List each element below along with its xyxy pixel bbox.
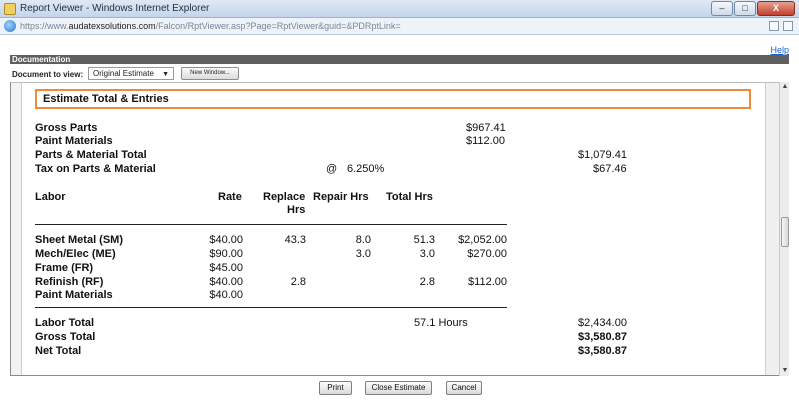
section-title: Estimate Total & Entries [35, 89, 751, 109]
labor-total-label: Labor Total [35, 317, 95, 329]
labor-amount: $112.00 [468, 276, 507, 288]
labor-replace: 43.3 [284, 234, 306, 246]
labor-name: Sheet Metal (SM) [35, 234, 124, 246]
help-link[interactable]: Help [770, 45, 789, 55]
scroll-up-icon[interactable]: ▲ [780, 82, 790, 92]
parts-material-total-label: Parts & Material Total [35, 149, 147, 161]
labor-rate: $40.00 [209, 276, 243, 288]
documentation-header: Documentation [10, 55, 789, 64]
tax-label: Tax on Parts & Material [35, 163, 156, 175]
paint-materials-label: Paint Materials [35, 135, 113, 147]
report-frame: Estimate Total & Entries Gross Parts $96… [10, 82, 780, 376]
gross-total-label: Gross Total [35, 331, 96, 343]
rate-header: Rate [218, 191, 242, 203]
tax-value: $67.46 [593, 163, 627, 175]
page-icon[interactable] [783, 21, 793, 31]
document-select[interactable]: Original Estimate ▼ [88, 67, 174, 80]
report-right-gutter [765, 83, 779, 375]
report-scrollbar[interactable]: ▲ ▼ [779, 82, 789, 376]
net-total-value: $3,580.87 [578, 345, 627, 357]
new-window-button[interactable]: New Window... [181, 67, 239, 80]
labor-total-hrs: 51.3 [413, 234, 435, 246]
maximize-button[interactable]: □ [734, 1, 756, 16]
scroll-thumb[interactable] [781, 217, 789, 247]
net-total-label: Net Total [35, 345, 82, 357]
window-title: Report Viewer - Windows Internet Explore… [20, 3, 210, 14]
scroll-down-icon[interactable]: ▼ [780, 366, 790, 376]
replace-hrs-header-line1: Replace [263, 191, 306, 203]
address-url[interactable]: https://www.audatexsolutions.com/Falcon/… [20, 21, 401, 31]
tax-at-symbol: @ [326, 163, 338, 175]
gross-parts-label: Gross Parts [35, 122, 98, 134]
labor-amount: $270.00 [467, 248, 507, 260]
address-bar-icons [769, 21, 793, 31]
labor-name: Frame (FR) [35, 262, 94, 274]
labor-repair: 3.0 [355, 248, 371, 260]
replace-hrs-header-line2: Hrs [287, 204, 306, 216]
document-selector-row: Document to view: Original Estimate ▼ Ne… [10, 67, 789, 81]
total-hrs-header: Total Hrs [386, 191, 433, 203]
parts-material-total-value: $1,079.41 [578, 149, 627, 161]
labor-total-hrs: 3.0 [419, 248, 435, 260]
ie-globe-icon [4, 20, 16, 32]
print-button[interactable]: Print [319, 381, 352, 395]
window-titlebar: Report Viewer - Windows Internet Explore… [0, 0, 799, 18]
labor-rate: $40.00 [209, 234, 243, 246]
labor-rows-divider [35, 307, 507, 308]
document-to-view-label: Document to view: [12, 70, 84, 79]
labor-name: Paint Materials [35, 289, 113, 301]
lock-icon[interactable] [769, 21, 779, 31]
close-estimate-button[interactable]: Close Estimate [365, 381, 432, 395]
gross-parts-value: $967.41 [466, 122, 506, 134]
document-select-value: Original Estimate [93, 69, 154, 78]
app-icon [4, 3, 16, 15]
labor-name: Mech/Elec (ME) [35, 248, 116, 260]
report-left-gutter [11, 83, 22, 375]
labor-repair: 8.0 [355, 234, 371, 246]
labor-rate: $90.00 [209, 248, 243, 260]
labor-amount: $2,052.00 [458, 234, 507, 246]
labor-total-hours: 57.1 Hours [414, 317, 468, 329]
labor-name: Refinish (RF) [35, 276, 104, 288]
gross-total-value: $3,580.87 [578, 331, 627, 343]
window-controls: – □ X [711, 1, 795, 16]
chevron-down-icon: ▼ [162, 71, 169, 78]
labor-header: Labor [35, 191, 66, 203]
cancel-button[interactable]: Cancel [446, 381, 482, 395]
tax-rate: 6.250% [347, 163, 385, 175]
minimize-button[interactable]: – [711, 1, 733, 16]
labor-rate: $40.00 [209, 289, 243, 301]
address-bar[interactable]: https://www.audatexsolutions.com/Falcon/… [0, 18, 799, 35]
labor-replace: 2.8 [290, 276, 306, 288]
labor-total-hrs: 2.8 [419, 276, 435, 288]
close-window-button[interactable]: X [757, 1, 795, 16]
paint-materials-value: $112.00 [466, 135, 505, 147]
labor-rate: $45.00 [209, 262, 243, 274]
labor-total-value: $2,434.00 [578, 317, 627, 329]
repair-hrs-header: Repair Hrs [313, 191, 369, 203]
labor-header-divider [35, 224, 507, 225]
